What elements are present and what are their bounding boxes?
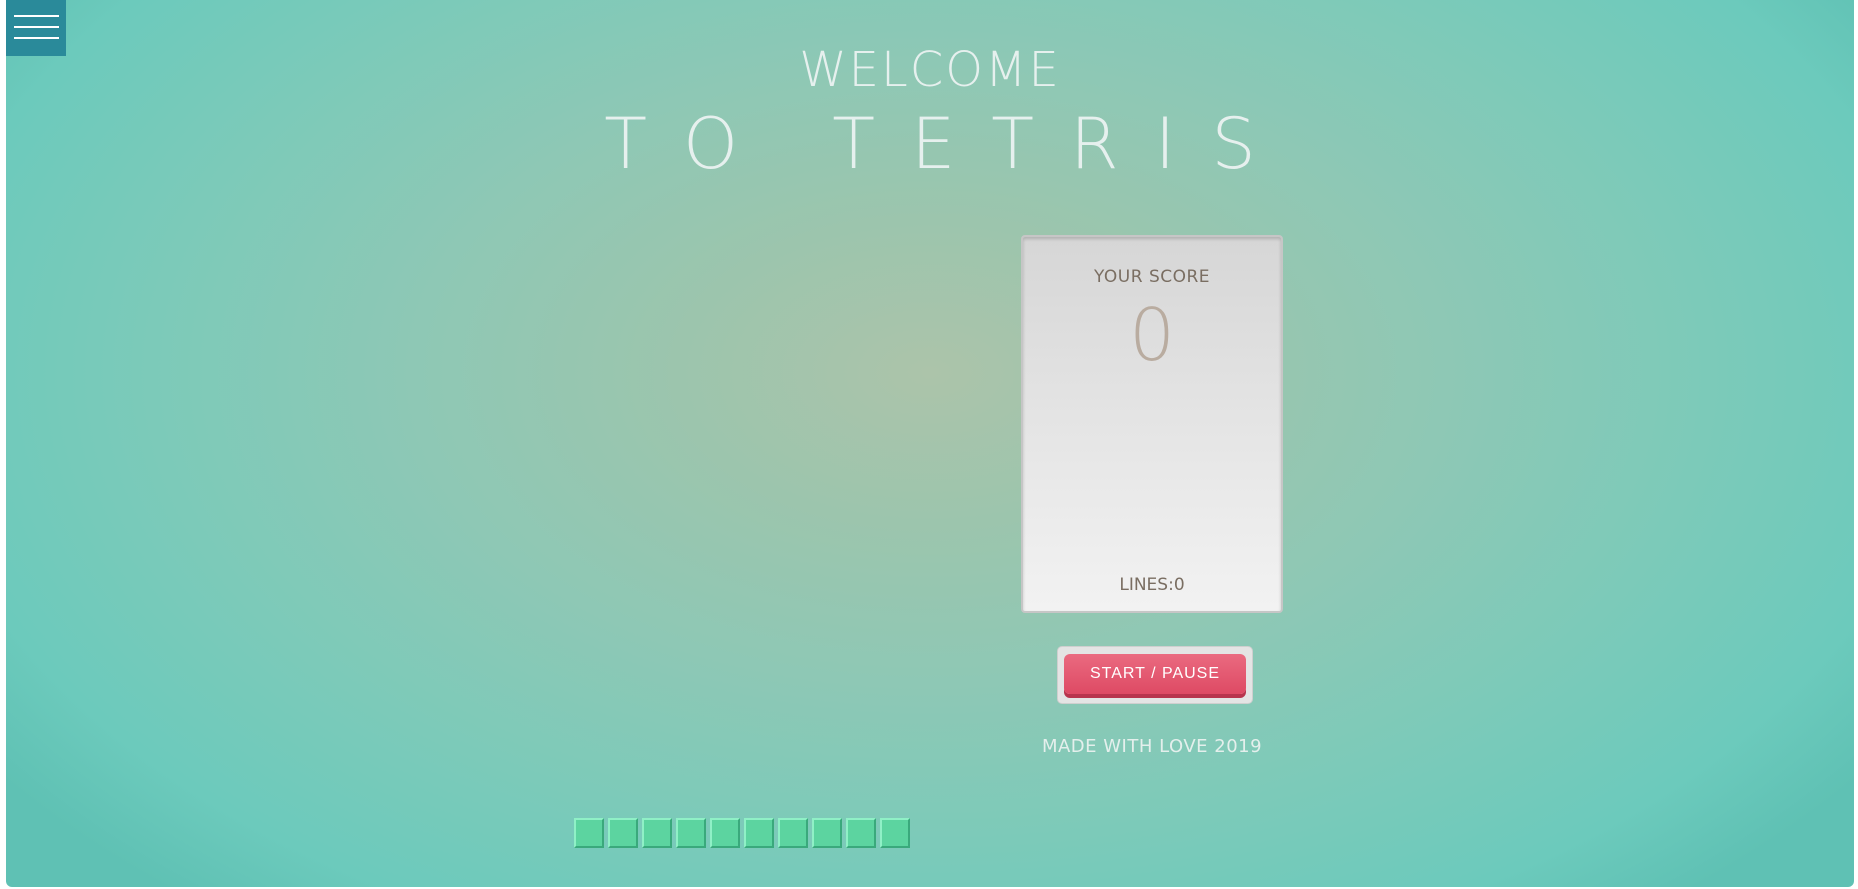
score-label: YOUR SCORE	[1093, 267, 1211, 287]
tetris-block	[574, 818, 604, 848]
tetris-board	[570, 234, 870, 850]
footer-credit: MADE WITH LOVE 2019	[1041, 736, 1263, 757]
lines-counter: LINES:0	[1119, 575, 1185, 595]
tetris-block	[744, 818, 774, 848]
score-value: 0	[1129, 293, 1175, 377]
game-screen: WELCOME TO TETRIS YOUR SCORE 0 LINES:0 S…	[6, 0, 1854, 887]
tetris-block	[846, 818, 876, 848]
hamburger-menu-icon	[14, 15, 59, 17]
game-title: TO TETRIS	[604, 103, 1292, 185]
tetris-block	[608, 818, 638, 848]
start-pause-button[interactable]: START / PAUSE	[1064, 654, 1246, 694]
welcome-heading: WELCOME	[799, 42, 1061, 98]
start-pause-container: START / PAUSE	[1057, 646, 1253, 704]
score-panel: YOUR SCORE 0 LINES:0	[1021, 235, 1283, 613]
tetris-block	[880, 818, 910, 848]
tetris-block	[778, 818, 808, 848]
tetris-block	[710, 818, 740, 848]
board-bottom-row	[574, 818, 914, 850]
tetris-block	[812, 818, 842, 848]
tetris-block	[676, 818, 706, 848]
tetris-block	[642, 818, 672, 848]
